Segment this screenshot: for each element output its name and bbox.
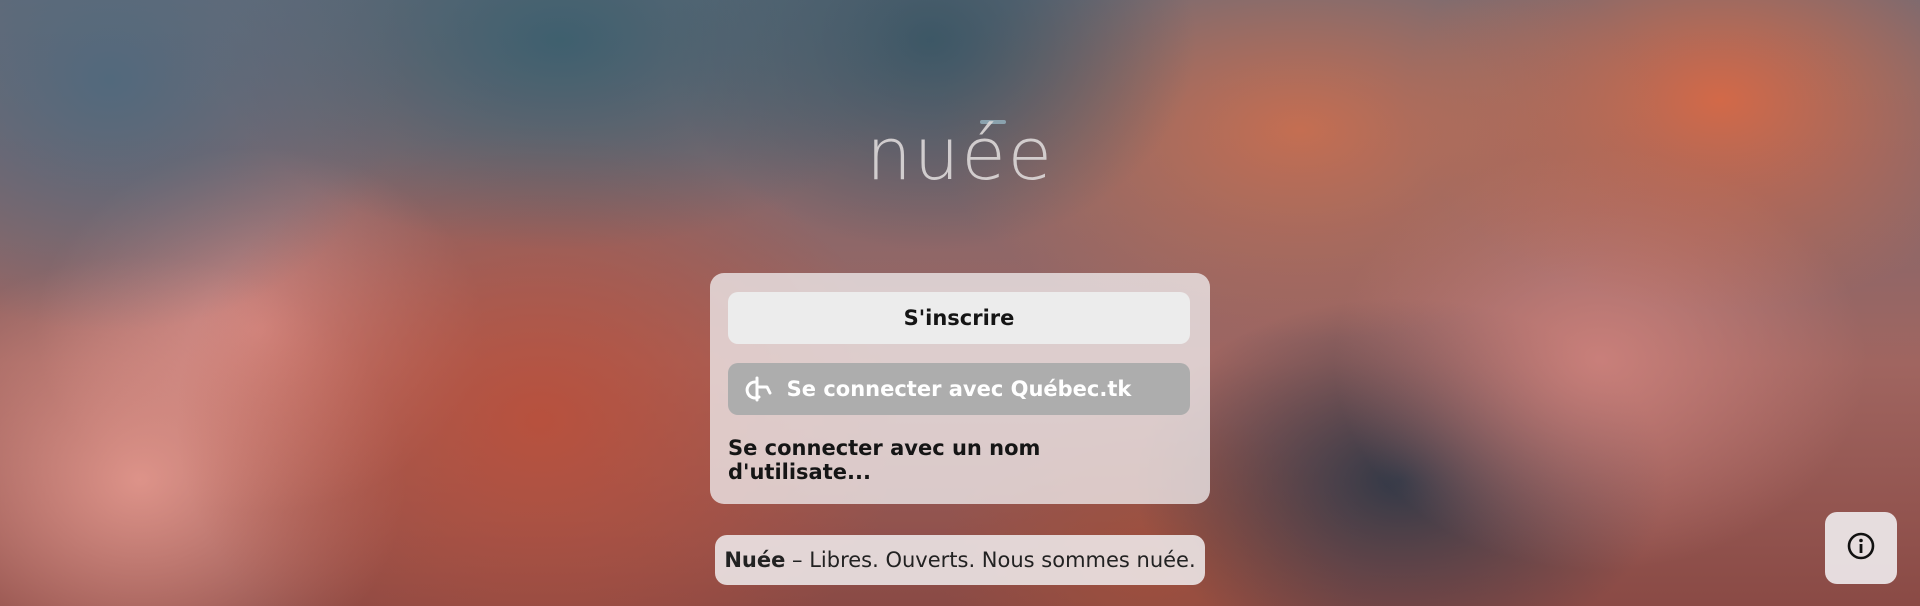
info-button[interactable] [1825,512,1897,584]
quebec-tk-login-label: Se connecter avec Québec.tk [786,377,1132,401]
signup-button[interactable]: S'inscrire [728,292,1190,344]
quebec-tk-icon [742,373,774,405]
footer-tagline: Nuée – Libres. Ouverts. Nous sommes nuée… [715,535,1205,585]
info-icon [1846,531,1876,565]
quebec-tk-login-button[interactable]: Se connecter avec Québec.tk [728,363,1190,415]
signup-label: S'inscrire [903,306,1015,330]
footer-separator: – [785,548,810,572]
username-login-label: Se connecter avec un nom d'utilisate... [728,436,1041,484]
app-logo: nuée [866,112,1054,196]
footer-slogan: Libres. Ouverts. Nous sommes nuée. [809,548,1196,572]
footer-brand: Nuée [724,548,786,572]
username-login-button[interactable]: Se connecter avec un nom d'utilisate... [728,434,1190,486]
login-panel: S'inscrire Se connecter avec Québec.tk S… [710,273,1210,504]
